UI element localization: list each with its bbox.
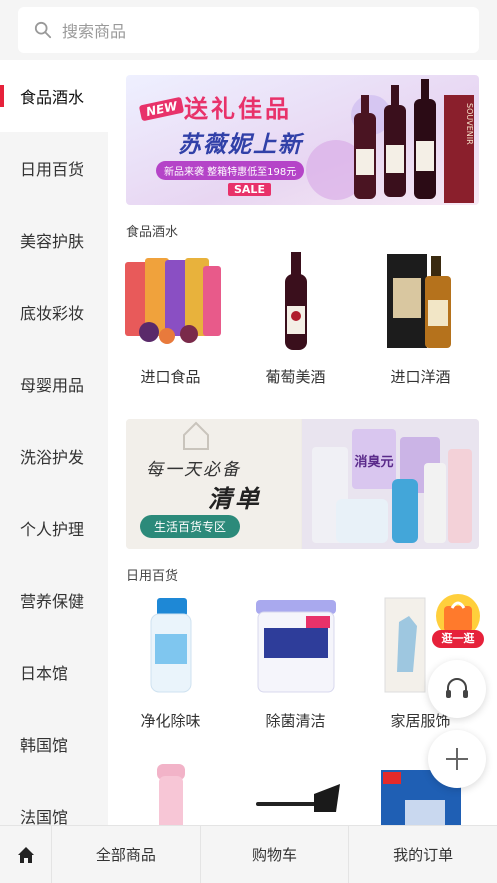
- subcategory-label: 进口洋酒: [390, 368, 451, 386]
- bottom-nav: 全部商品 购物车 我的订单: [0, 825, 497, 883]
- sidebar-item-label: 法国馆: [20, 808, 69, 825]
- tab-label: 全部商品: [95, 846, 156, 864]
- search-bar-container: 搜索商品: [0, 0, 497, 60]
- sanitize-thumb: [244, 592, 348, 696]
- deodorize-thumb: [119, 592, 223, 696]
- banner2-pill: 生活百货专区: [140, 515, 241, 538]
- home-icon: [17, 846, 34, 863]
- banner2-product-text: 消臭元: [354, 455, 394, 470]
- daily-goods-banner[interactable]: 每一天必备 清单 生活百货专区 消臭元: [126, 419, 479, 549]
- wine-thumb: [244, 248, 348, 352]
- headset-icon: [446, 678, 468, 698]
- sidebar-item-label: 底妆彩妆: [20, 304, 85, 323]
- subcategory-deodorize[interactable]: 净化除味: [108, 592, 233, 731]
- imported-liquor-thumb: [369, 248, 473, 352]
- food-subcategory-grid: 进口食品 葡萄美酒 进口洋酒: [108, 248, 497, 387]
- imported-food-thumb: [119, 248, 223, 352]
- sidebar-item-personal-care[interactable]: 个人护理: [0, 492, 108, 564]
- sidebar-item-label: 日用百货: [20, 160, 85, 179]
- tab-cart[interactable]: 购物车: [201, 826, 350, 883]
- sidebar-item-label: 日本馆: [20, 664, 69, 683]
- subcategory-label: 除菌清洁: [265, 712, 326, 730]
- plus-icon: [446, 748, 468, 770]
- sidebar-item-label: 洗浴护发: [20, 448, 85, 467]
- tab-label: 我的订单: [393, 846, 454, 864]
- section-title-food: 食品酒水: [126, 225, 179, 240]
- sidebar-item-health[interactable]: 营养保健: [0, 564, 108, 636]
- sidebar-item-baby[interactable]: 母婴用品: [0, 348, 108, 420]
- sidebar-item-japan[interactable]: 日本馆: [0, 636, 108, 708]
- sidebar-item-food-drinks[interactable]: 食品酒水: [0, 60, 108, 132]
- customer-service-button[interactable]: [428, 660, 486, 718]
- bottle-thumb: [119, 760, 223, 825]
- subcategory-bottle[interactable]: [108, 760, 233, 825]
- banner2-line2: 清单: [208, 485, 262, 513]
- banner2-line1: 每一天必备: [146, 460, 241, 480]
- sidebar-item-label: 个人护理: [20, 520, 85, 539]
- banner-headline: 送礼佳品: [184, 95, 292, 123]
- banner-subline: 苏薇妮上新: [178, 132, 303, 158]
- sidebar-item-makeup[interactable]: 底妆彩妆: [0, 276, 108, 348]
- sidebar-item-korea[interactable]: 韩国馆: [0, 708, 108, 780]
- sidebar-item-label: 母婴用品: [20, 376, 85, 395]
- search-input[interactable]: 搜索商品: [18, 7, 479, 53]
- brand-label: SOUVENIR: [465, 103, 474, 145]
- sidebar-item-label: 美容护肤: [20, 232, 85, 251]
- search-placeholder: 搜索商品: [62, 22, 127, 41]
- sidebar-item-label: 韩国馆: [20, 736, 69, 755]
- subcategory-label: 净化除味: [140, 712, 201, 730]
- subcategory-sanitize[interactable]: 除菌清洁: [233, 592, 358, 731]
- sidebar-item-skincare[interactable]: 美容护肤: [0, 204, 108, 276]
- tab-my-orders[interactable]: 我的订单: [349, 826, 497, 883]
- promo-label: 逛一逛: [441, 632, 475, 645]
- home-button[interactable]: [0, 826, 52, 883]
- subcategory-imported-food[interactable]: 进口食品: [108, 248, 233, 387]
- add-button[interactable]: [428, 730, 486, 788]
- banner-promo: 新品来袭 整箱特惠低至198元: [156, 161, 305, 180]
- subcategory-label: 葡萄美酒: [265, 368, 326, 386]
- sidebar-item-label: 营养保健: [20, 592, 85, 611]
- subcategory-kitchen-tool[interactable]: [233, 760, 358, 825]
- tab-label: 购物车: [252, 846, 298, 864]
- sidebar-item-bath-hair[interactable]: 洗浴护发: [0, 420, 108, 492]
- sidebar-item-daily-goods[interactable]: 日用百货: [0, 132, 108, 204]
- sidebar-item-france[interactable]: 法国馆: [0, 780, 108, 825]
- subcategory-imported-liquor[interactable]: 进口洋酒: [358, 248, 483, 387]
- subcategory-wine[interactable]: 葡萄美酒: [233, 248, 358, 387]
- sidebar-item-label: 食品酒水: [20, 88, 85, 107]
- category-sidebar: 食品酒水 日用百货 美容护肤 底妆彩妆 母婴用品 洗浴护发 个人护理 营养保健 …: [0, 60, 108, 825]
- promo-float-badge[interactable]: 逛一逛: [428, 592, 488, 650]
- section-title-daily: 日用百货: [126, 569, 179, 584]
- subcategory-label: 进口食品: [140, 368, 201, 386]
- kitchen-tool-thumb: [244, 760, 348, 825]
- search-icon: [34, 21, 52, 39]
- wine-promo-banner[interactable]: NEW 送礼佳品 苏薇妮上新 新品来袭 整箱特惠低至198元 SALE SOUV…: [126, 75, 479, 205]
- app-screen: 搜索商品 食品酒水 日用百货 美容护肤 底妆彩妆 母婴用品 洗浴护发 个人护理 …: [0, 0, 497, 883]
- sale-tag: SALE: [228, 183, 271, 196]
- tab-all-products[interactable]: 全部商品: [52, 826, 201, 883]
